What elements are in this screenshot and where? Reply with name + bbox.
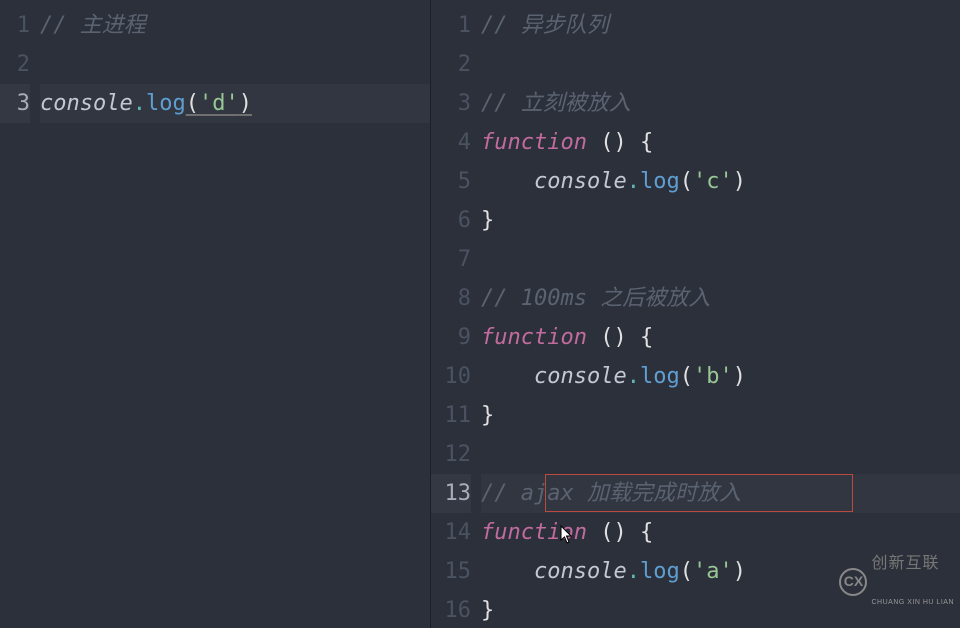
line-number: 1	[431, 6, 471, 45]
line-number: 4	[431, 123, 471, 162]
code-line[interactable]: console.log('c')	[481, 162, 960, 201]
line-number: 15	[431, 552, 471, 591]
line-number: 2	[431, 45, 471, 84]
code-line[interactable]	[481, 240, 960, 279]
line-number: 8	[431, 279, 471, 318]
code-area-right[interactable]: // 异步队列 // 立刻被放入function () { console.lo…	[481, 0, 960, 628]
line-number: 9	[431, 318, 471, 357]
editor-pane-right: 12345678910111213141516 // 异步队列 // 立刻被放入…	[430, 0, 960, 628]
line-gutter-right: 12345678910111213141516	[431, 0, 481, 628]
line-gutter-left: 123	[0, 0, 40, 628]
watermark-subtext: CHUANG XIN HU LIAN	[871, 583, 954, 622]
code-line[interactable]	[481, 435, 960, 474]
line-number: 5	[431, 162, 471, 201]
watermark-logo-icon: CX	[839, 568, 867, 596]
line-number: 2	[0, 45, 30, 84]
line-number: 3	[431, 84, 471, 123]
line-number: 6	[431, 201, 471, 240]
code-line[interactable]: function () {	[481, 318, 960, 357]
code-line[interactable]	[481, 45, 960, 84]
code-line[interactable]: // 主进程	[40, 6, 430, 45]
code-line[interactable]: // 立刻被放入	[481, 84, 960, 123]
code-area-left[interactable]: // 主进程 console.log('d')	[40, 0, 430, 628]
line-number: 11	[431, 396, 471, 435]
code-line[interactable]: console.log('b')	[481, 357, 960, 396]
watermark-text: 创新互联	[871, 555, 939, 572]
code-line[interactable]: // 异步队列	[481, 6, 960, 45]
code-line[interactable]: console.log('d')	[40, 84, 430, 123]
line-number: 16	[431, 591, 471, 628]
line-number: 10	[431, 357, 471, 396]
editor-pane-left: 123 // 主进程 console.log('d')	[0, 0, 430, 628]
line-number: 14	[431, 513, 471, 552]
line-number: 1	[0, 6, 30, 45]
code-line[interactable]: }	[481, 396, 960, 435]
code-line[interactable]: function () {	[481, 123, 960, 162]
watermark: CX 创新互联 CHUANG XIN HU LIAN	[839, 541, 954, 622]
line-number: 12	[431, 435, 471, 474]
line-number: 7	[431, 240, 471, 279]
code-line[interactable]: // 100ms 之后被放入	[481, 279, 960, 318]
code-line[interactable]: // ajax 加载完成时放入	[481, 474, 960, 513]
code-line[interactable]	[40, 45, 430, 84]
line-number: 13	[431, 474, 471, 513]
line-number: 3	[0, 84, 30, 123]
code-line[interactable]: }	[481, 201, 960, 240]
